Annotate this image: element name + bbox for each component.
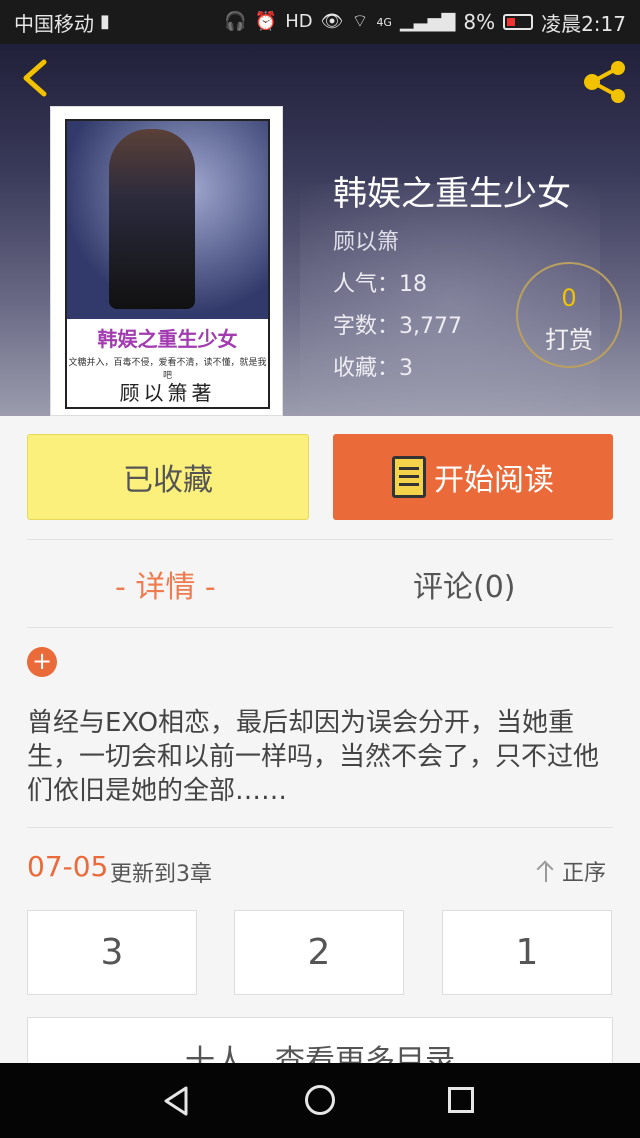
plus-icon: + xyxy=(31,647,53,675)
share-button[interactable] xyxy=(580,60,630,104)
update-date: 07-05 xyxy=(27,850,109,883)
start-reading-label: 开始阅读 xyxy=(434,463,554,498)
clock: 凌晨2:17 xyxy=(541,11,626,36)
carrier-label: 中国移动 xyxy=(14,11,94,36)
network-type: 4G xyxy=(376,15,392,29)
tip-button[interactable]: 0 打赏 xyxy=(516,262,622,368)
triangle-back-icon xyxy=(164,1086,188,1116)
word-count-stat: 字数：3,777 xyxy=(333,314,462,339)
eye-icon: 👁 xyxy=(320,11,344,32)
wifi-icon: ⌔ xyxy=(351,11,369,32)
alarm-icon: ⏰ xyxy=(254,11,278,32)
tip-count: 0 xyxy=(561,284,577,312)
sort-order-label: 正序 xyxy=(562,861,607,886)
nav-recent-apps-button[interactable] xyxy=(448,1087,474,1113)
collected-label: 已收藏 xyxy=(123,463,213,498)
nav-home-button[interactable] xyxy=(305,1085,335,1115)
tab-comments[interactable]: 评论(0) xyxy=(413,562,516,606)
book-icon xyxy=(392,456,426,498)
tip-label: 打赏 xyxy=(545,326,593,354)
book-cover[interactable]: 韩娱之重生少女 文糖并入，百毒不侵，爱看不清，读不懂，就是我吧 顾以箫著 xyxy=(50,106,283,416)
synopsis-text: 曾经与EXO相恋，最后却因为误会分开，当她重生，一切会和以前一样吗，当然不会了，… xyxy=(27,708,600,806)
chapter-button[interactable]: 2 xyxy=(234,910,404,995)
chevron-left-icon xyxy=(23,59,47,97)
sim-alert-icon: ▮ xyxy=(100,11,110,32)
popularity-stat: 人气：18 xyxy=(333,272,427,297)
signal-icon: ▁▃▅▇ xyxy=(399,11,456,32)
collected-button[interactable]: 已收藏 xyxy=(27,434,309,520)
system-nav-bar xyxy=(0,1063,640,1138)
nav-back-button[interactable] xyxy=(160,1085,192,1117)
divider xyxy=(27,627,613,628)
hd-icon: HD xyxy=(285,11,313,32)
divider xyxy=(27,539,613,540)
headphones-icon: 🎧 xyxy=(224,11,247,32)
chapter-number: 1 xyxy=(515,932,539,973)
back-button[interactable] xyxy=(18,58,54,98)
chapter-number: 2 xyxy=(307,932,331,973)
start-reading-button[interactable]: 开始阅读 xyxy=(333,434,613,520)
arrow-up-icon xyxy=(536,860,556,882)
update-status: 更新到3章 xyxy=(110,862,212,887)
book-author[interactable]: 顾以箫 xyxy=(333,224,399,256)
favorites-stat: 收藏：3 xyxy=(333,356,413,381)
battery-icon xyxy=(503,14,534,30)
book-header: 韩娱之重生少女 文糖并入，百毒不侵，爱看不清，读不懂，就是我吧 顾以箫著 韩娱之… xyxy=(0,44,640,416)
chapter-number: 3 xyxy=(100,932,124,973)
battery-percent: 8% xyxy=(463,10,496,34)
tab-detail[interactable]: - 详情 - xyxy=(115,562,216,606)
chapter-button[interactable]: 3 xyxy=(27,910,197,995)
book-title: 韩娱之重生少女 xyxy=(333,174,571,214)
sort-order-button[interactable]: 正序 xyxy=(536,855,606,887)
status-bar: 中国移动 ▮ 🎧 ⏰ HD 👁 ⌔ 4G ▁▃▅▇ 8% 凌晨2:17 xyxy=(0,0,640,44)
expand-synopsis-button[interactable]: + xyxy=(27,647,57,677)
divider xyxy=(27,827,613,828)
cover-frame xyxy=(65,119,270,409)
chapter-button[interactable]: 1 xyxy=(442,910,612,995)
share-icon xyxy=(584,61,625,103)
